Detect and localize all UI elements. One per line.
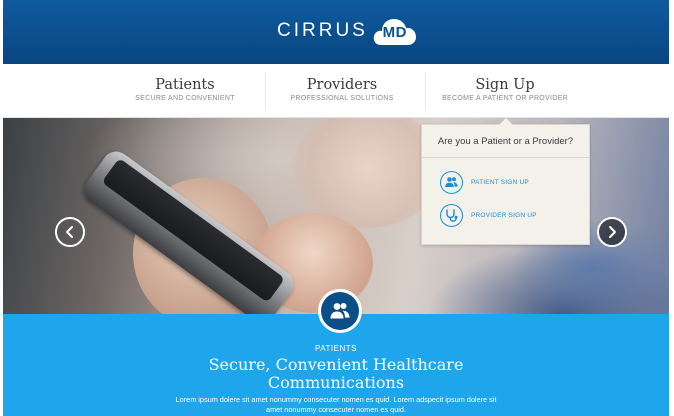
nav-item-subtitle: PROFESSIONAL SOLUTIONS — [290, 95, 394, 102]
nav-item-providers[interactable]: Providers PROFESSIONAL SOLUTIONS — [262, 64, 422, 118]
nav-item-title: Sign Up — [475, 77, 535, 93]
provider-sign-up-label: PROVIDER SIGN UP — [471, 211, 537, 219]
section-title-line: Communications — [267, 373, 405, 392]
section-title: Secure, Convenient Healthcare Communicat… — [3, 356, 669, 392]
stethoscope-icon — [440, 203, 463, 227]
main-nav: Patients SECURE AND CONVENIENT Providers… — [3, 64, 669, 118]
section-kicker: PATIENTS — [315, 344, 357, 353]
logo-badge: MD — [382, 24, 407, 41]
site-header: CIRRUS MD — [3, 0, 669, 64]
section-body-text: Lorem ipsum dolere sit amet nonummy cons… — [175, 395, 497, 414]
cloud-icon: MD — [372, 15, 418, 47]
patients-icon — [330, 303, 350, 319]
slider-prev-button[interactable] — [55, 217, 85, 247]
nav-item-patients[interactable]: Patients SECURE AND CONVENIENT — [105, 64, 265, 118]
section-title-line: Secure, Convenient Healthcare — [208, 355, 464, 374]
dropdown-caret — [499, 118, 513, 125]
dropdown-heading: Are you a Patient or a Provider? — [422, 125, 589, 158]
provider-sign-up-link[interactable]: PROVIDER SIGN UP — [440, 203, 537, 227]
patient-sign-up-label: PATIENT SIGN UP — [471, 178, 529, 186]
nav-item-title: Providers — [306, 77, 378, 93]
cirrusmd-logo[interactable]: CIRRUS MD — [277, 14, 418, 48]
chevron-left-icon — [66, 226, 73, 238]
chevron-right-icon — [609, 226, 616, 238]
feature-badge-inner — [321, 292, 359, 330]
patients-icon — [440, 170, 463, 194]
logo-wordmark: CIRRUS — [277, 20, 368, 41]
feature-badge — [318, 289, 362, 333]
nav-item-subtitle: SECURE AND CONVENIENT — [135, 95, 235, 102]
page-frame: CIRRUS MD Patients SECURE AND CONVENIENT… — [3, 0, 669, 416]
signup-dropdown: Are you a Patient or a Provider? PATIENT… — [421, 118, 590, 245]
nav-item-title: Patients — [155, 77, 215, 93]
nav-item-sign-up[interactable]: Sign Up BECOME A PATIENT OR PROVIDER — [425, 64, 585, 118]
nav-item-subtitle: BECOME A PATIENT OR PROVIDER — [442, 95, 568, 102]
slider-next-button[interactable] — [597, 217, 627, 247]
patient-sign-up-link[interactable]: PATIENT SIGN UP — [440, 170, 529, 194]
